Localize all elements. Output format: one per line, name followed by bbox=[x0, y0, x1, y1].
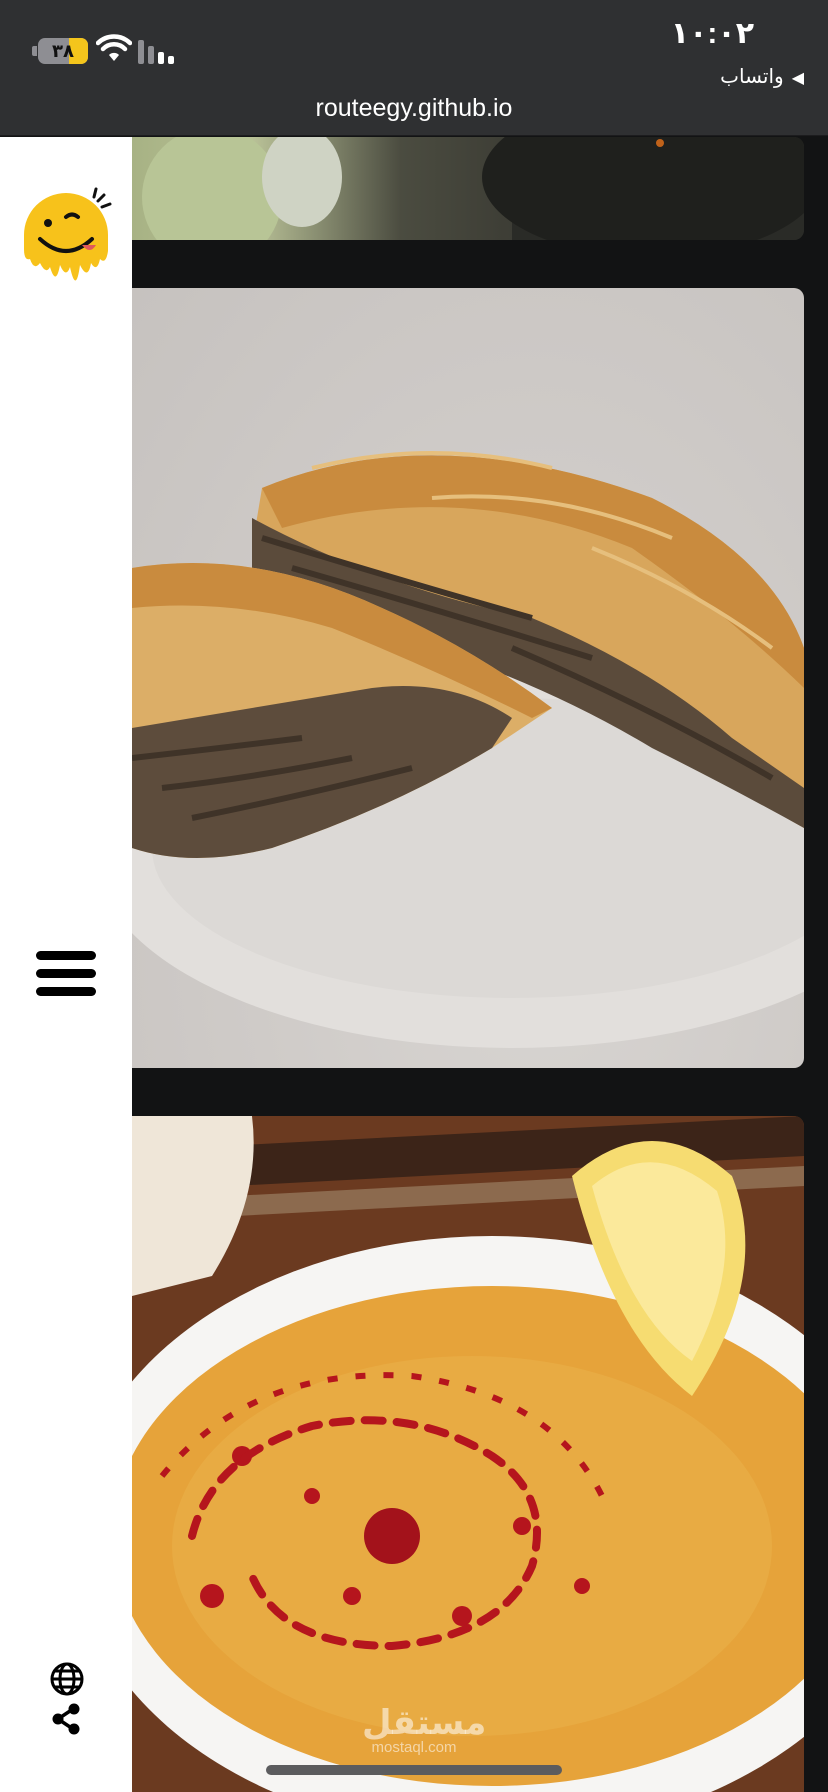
watermark-arabic: مستقل bbox=[362, 1704, 487, 1742]
hamburger-menu-icon[interactable] bbox=[36, 951, 96, 1013]
back-arrow-icon: ◀ bbox=[791, 70, 804, 87]
vegetable-dish-illustration bbox=[142, 137, 804, 240]
sidebar bbox=[0, 137, 132, 1792]
mostaql-watermark: مستقل mostaql.com bbox=[362, 1704, 487, 1756]
lentil-soup-illustration bbox=[132, 1116, 804, 1792]
watermark-latin: mostaql.com bbox=[371, 1739, 457, 1756]
address-bar-url[interactable]: routeegy.github.io bbox=[0, 94, 828, 123]
lentil-soup-photo[interactable] bbox=[132, 1116, 804, 1792]
menu-line bbox=[36, 969, 96, 978]
meat-borek-pastry-photo[interactable] bbox=[132, 288, 804, 1068]
battery-tip bbox=[32, 46, 37, 56]
menu-line bbox=[36, 951, 96, 960]
status-bar: ٣٨ ١٠:٠٢ ◀ واتساب routeegy.github.io bbox=[0, 0, 828, 136]
menu-line bbox=[36, 987, 96, 996]
smiley-face-logo[interactable] bbox=[18, 187, 114, 297]
battery-level: ٣٨ bbox=[52, 41, 74, 61]
share-icon[interactable] bbox=[51, 1703, 81, 1735]
cellular-signal-icon bbox=[138, 40, 174, 64]
back-app-label: واتساب bbox=[720, 66, 784, 88]
back-to-app-link[interactable]: ◀ واتساب bbox=[720, 64, 804, 89]
globe-icon[interactable] bbox=[50, 1662, 84, 1696]
borek-illustration bbox=[132, 451, 804, 1048]
home-indicator[interactable] bbox=[266, 1765, 562, 1775]
vegetable-dish-photo[interactable] bbox=[132, 137, 804, 240]
clock: ١٠:٠٢ bbox=[670, 17, 754, 50]
wifi-icon bbox=[96, 34, 132, 61]
battery-icon: ٣٨ bbox=[38, 38, 88, 64]
